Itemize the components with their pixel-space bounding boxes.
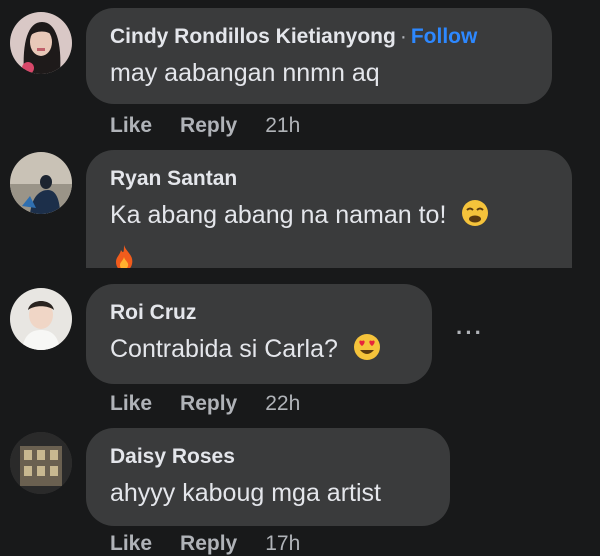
avatar-photo-icon <box>10 12 72 74</box>
like-button[interactable]: Like <box>110 114 152 137</box>
avatar[interactable] <box>10 432 72 494</box>
timestamp[interactable]: 21h <box>265 114 300 137</box>
commenter-name[interactable]: Daisy Roses <box>110 444 426 470</box>
comment-bubble: Cindy Rondillos Kietianyong · Follow may a… <box>86 8 552 104</box>
comment-text: Contrabida si Carla? <box>110 335 338 363</box>
heart-eyes-face-icon <box>353 334 380 360</box>
commenter-name[interactable]: Ryan Santan <box>110 166 548 192</box>
comment-actions: Like Reply 22h <box>110 392 328 416</box>
comment-bubble: Daisy Roses ahyyy kaboug mga artist <box>86 428 450 526</box>
timestamp[interactable]: 17h <box>265 532 300 555</box>
avatar[interactable] <box>10 12 72 74</box>
comment-bubble: Roi Cruz Contrabida si Carla? <box>86 284 432 384</box>
separator-dot: · <box>399 25 407 48</box>
avatar-photo-icon <box>10 288 72 350</box>
comment-actions: Like Reply 21h <box>110 114 328 138</box>
avatar[interactable] <box>10 152 72 214</box>
more-options-button[interactable]: ··· <box>456 320 484 346</box>
avatar-photo-icon <box>10 432 72 494</box>
comment-text: ahyyy kaboug mga artist <box>110 479 381 507</box>
timestamp[interactable]: 22h <box>265 392 300 415</box>
avatar-photo-icon <box>10 152 72 214</box>
like-button[interactable]: Like <box>110 392 152 415</box>
like-button[interactable]: Like <box>110 532 152 555</box>
commenter-name[interactable]: Roi Cruz <box>110 300 408 326</box>
reply-button[interactable]: Reply <box>180 532 237 555</box>
comment-actions: Like Reply 17h <box>110 532 328 556</box>
reply-button[interactable]: Reply <box>180 392 237 415</box>
reply-button[interactable]: Reply <box>180 114 237 137</box>
comment-text: Ka abang abang na naman to! <box>110 201 447 229</box>
comment-bubble: Ryan Santan Ka abang abang na naman to! <box>86 150 572 268</box>
fire-icon <box>116 245 133 268</box>
commenter-name[interactable]: Cindy Rondillos Kietianyong <box>110 25 396 48</box>
weary-face-icon <box>462 200 489 226</box>
avatar[interactable] <box>10 288 72 350</box>
follow-button[interactable]: Follow <box>411 25 478 48</box>
comment-text: may aabangan nnmn aq <box>110 59 380 87</box>
